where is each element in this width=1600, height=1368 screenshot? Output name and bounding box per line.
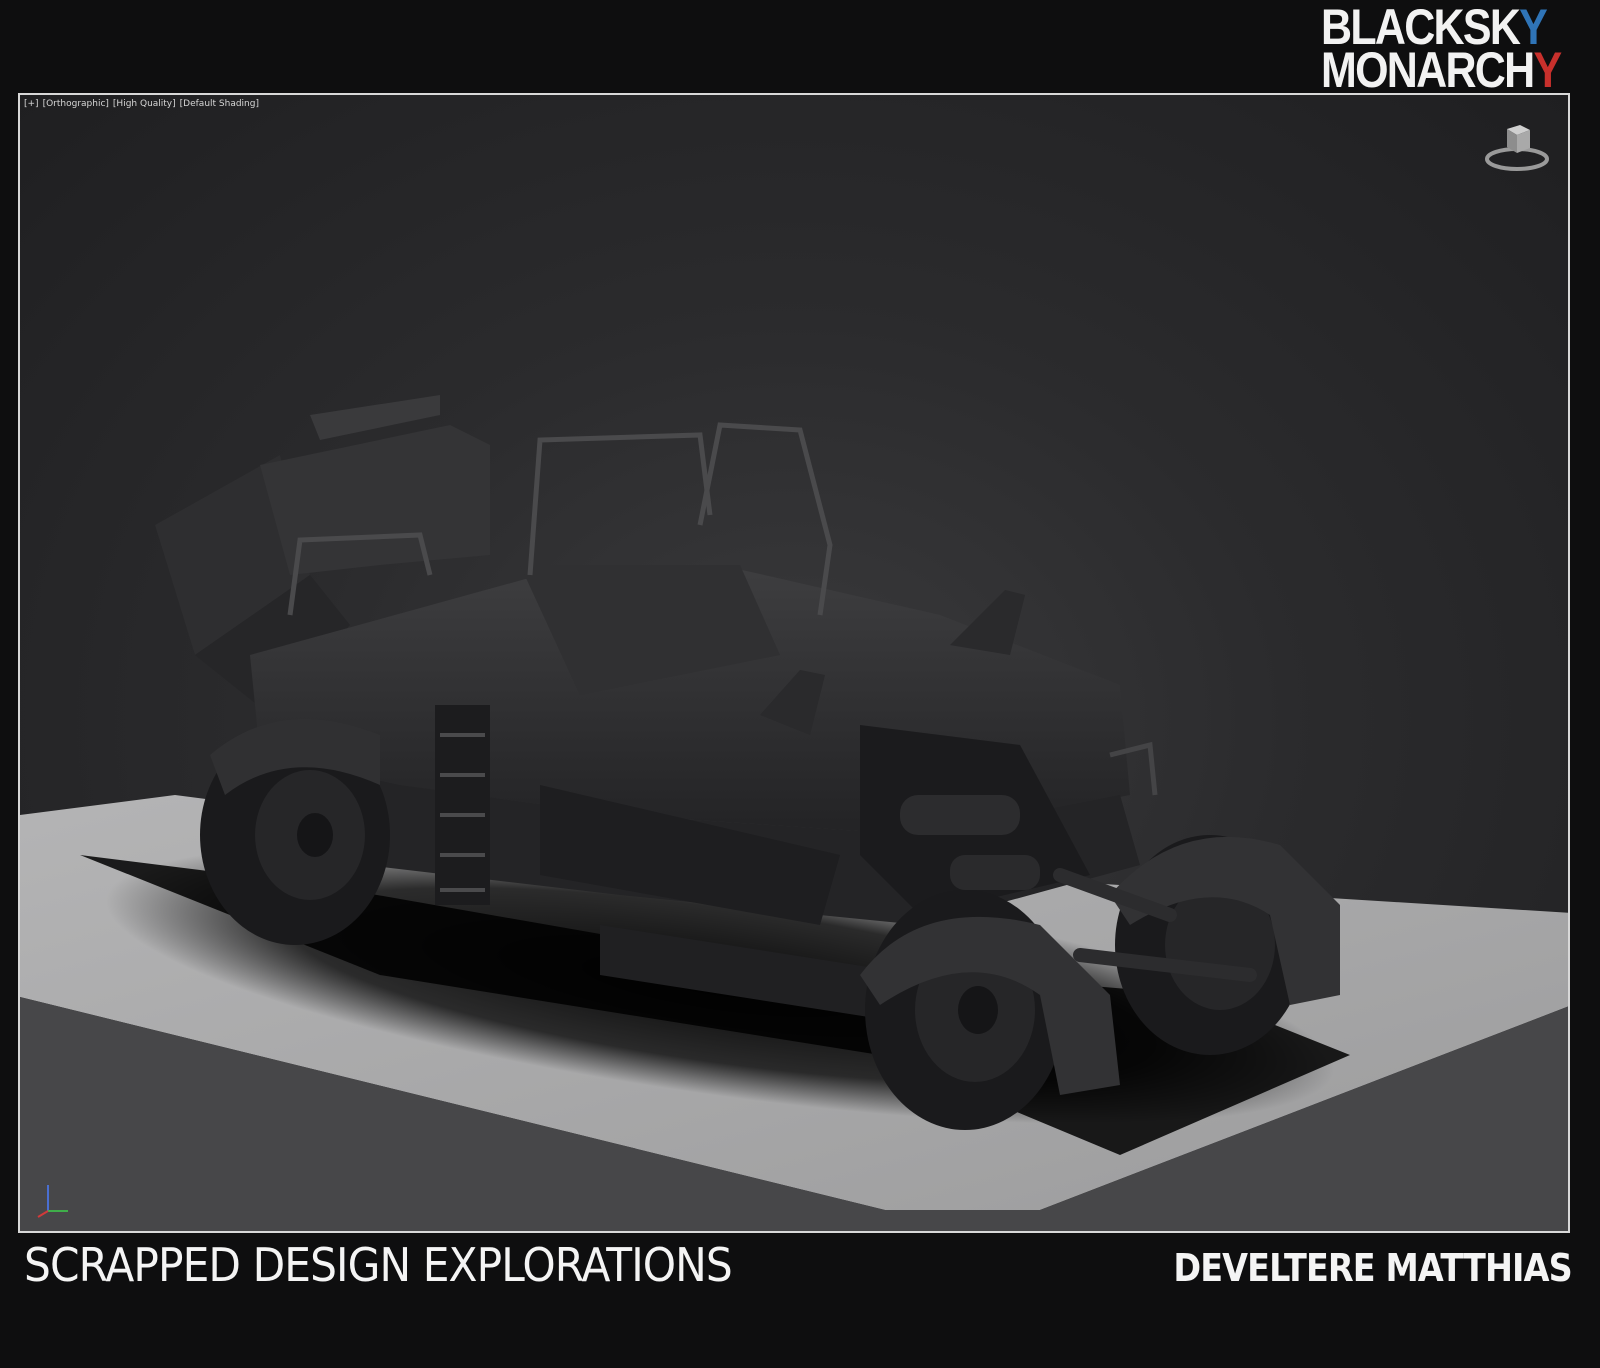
viewport-label: [+] [Orthographic] [High Quality] [Defau… [24, 99, 259, 109]
viewport-scene[interactable] [20, 95, 1570, 1233]
rear-wheel [200, 719, 390, 945]
viewport-menu-plus[interactable]: [+] [24, 99, 39, 109]
viewcube-icon[interactable] [1482, 117, 1552, 177]
axis-gizmo-icon [37, 1185, 68, 1218]
viewport-quality-mode[interactable]: [High Quality] [113, 99, 176, 109]
footer-author: DEVELTERE MATTHIAS [1173, 1246, 1573, 1290]
footer-title: SCRAPPED DESIGN EXPLORATIONS [24, 1238, 733, 1292]
viewport-shading-mode[interactable]: [Default Shading] [180, 99, 259, 109]
3d-viewport[interactable]: [+] [Orthographic] [High Quality] [Defau… [18, 93, 1570, 1233]
viewport-view-mode[interactable]: [Orthographic] [43, 99, 109, 109]
logo-line-2: MONARCHY [1320, 42, 1562, 98]
brand-logo: BLACKSKY MONARCHY [1320, 2, 1562, 98]
